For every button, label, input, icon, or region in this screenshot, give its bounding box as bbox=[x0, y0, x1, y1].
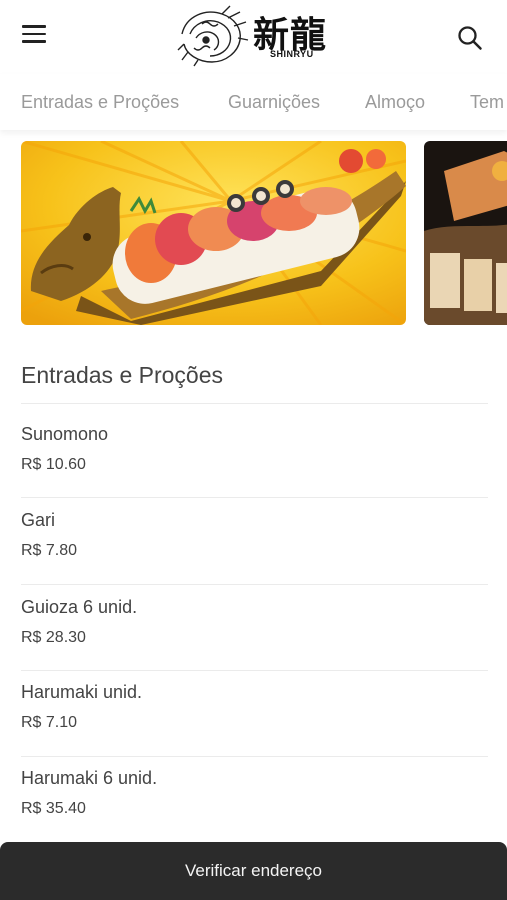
section-title: Entradas e Proções bbox=[21, 362, 224, 388]
menu-item-guioza[interactable]: Guioza 6 unid. R$ 28.30 bbox=[21, 597, 488, 679]
logo-subtitle: SHINRYU bbox=[270, 49, 314, 59]
item-name: Harumaki 6 unid. bbox=[21, 768, 158, 788]
item-name: Guioza 6 unid. bbox=[21, 597, 138, 617]
divider bbox=[21, 584, 488, 585]
search-button[interactable] bbox=[456, 24, 484, 52]
item-price: R$ 28.30 bbox=[21, 629, 86, 646]
tab-almoco[interactable]: Almoço bbox=[365, 92, 425, 113]
divider bbox=[21, 756, 488, 757]
item-price: R$ 35.40 bbox=[21, 800, 86, 817]
menu-button[interactable] bbox=[22, 25, 48, 47]
divider bbox=[21, 497, 488, 498]
hamburger-line bbox=[22, 40, 46, 43]
verify-address-button[interactable]: Verificar endereço bbox=[0, 842, 507, 900]
tab-guarnicoes[interactable]: Guarnições bbox=[228, 92, 320, 113]
item-price: R$ 7.80 bbox=[21, 542, 78, 559]
menu-item-harumaki-unid[interactable]: Harumaki unid. R$ 7.10 bbox=[21, 682, 488, 764]
menu-item-gari[interactable]: Gari R$ 7.80 bbox=[21, 510, 488, 592]
sushi-boat-image bbox=[21, 141, 406, 325]
promo-banner-second[interactable] bbox=[424, 141, 507, 325]
hamburger-menu-icon bbox=[22, 25, 46, 28]
item-price: R$ 10.60 bbox=[21, 456, 86, 473]
menu-item-sunomono[interactable]: Sunomono R$ 10.60 bbox=[21, 424, 488, 506]
menu-item-harumaki-6[interactable]: Harumaki 6 unid. R$ 35.40 bbox=[21, 768, 488, 850]
verify-address-label: Verificar endereço bbox=[184, 861, 323, 880]
divider bbox=[21, 670, 488, 671]
category-tabs: Entradas e Proções Guarnições Almoço Tem bbox=[0, 74, 507, 130]
item-price: R$ 7.10 bbox=[21, 714, 78, 731]
app-header: 新龍 SHINRYU bbox=[0, 0, 507, 74]
tab-entradas[interactable]: Entradas e Proções bbox=[21, 92, 179, 113]
item-name: Harumaki unid. bbox=[21, 682, 143, 702]
tab-tem[interactable]: Tem bbox=[470, 92, 504, 113]
search-icon bbox=[458, 26, 482, 50]
item-name: Sunomono bbox=[21, 424, 109, 444]
hamburger-line bbox=[22, 32, 46, 35]
item-name: Gari bbox=[21, 510, 56, 530]
divider bbox=[21, 403, 488, 404]
tofu-dish-image bbox=[424, 141, 507, 325]
promo-banner-sushi-boat[interactable] bbox=[21, 141, 406, 325]
